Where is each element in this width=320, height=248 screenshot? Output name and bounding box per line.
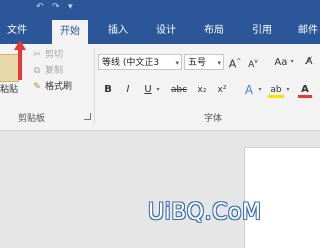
scissors-icon: ✂: [33, 50, 41, 60]
document-area: [0, 131, 320, 248]
quick-access-dropdown-icon[interactable]: ▾: [68, 2, 73, 12]
format-painter-label: 格式刷: [45, 82, 73, 92]
copy-icon: ⧉: [33, 66, 41, 76]
font-size-field[interactable]: 五号 ▾: [184, 54, 224, 70]
clear-formatting-icon[interactable]: A̸: [302, 54, 316, 70]
paintbrush-icon: ✎: [33, 82, 41, 92]
word-window: ↶ ↷ ▾ 文件 开始 插入 设计 布局 引用 邮件 粘贴 ✂ 剪切 ⧉ 复制 ✎ 格…: [0, 0, 320, 248]
title-bar: ↶ ↷ ▾: [0, 0, 320, 18]
font-name-value: 等线 (中文正3: [102, 58, 160, 68]
annotation-arrow-stem: [18, 48, 22, 80]
cut-button[interactable]: ✂ 剪切: [32, 48, 63, 62]
group-divider: [94, 48, 95, 124]
undo-icon[interactable]: ↶: [36, 2, 44, 12]
tab-layout[interactable]: 布局: [196, 18, 232, 44]
text-effects-dropdown-icon[interactable]: ▾: [256, 82, 264, 98]
tab-design[interactable]: 设计: [148, 18, 184, 44]
font-name-field[interactable]: 等线 (中文正3 ▾: [98, 54, 182, 70]
highlight-dropdown-icon[interactable]: ▾: [284, 82, 292, 98]
clipboard-dialog-launcher-icon[interactable]: [84, 113, 91, 120]
superscript-button[interactable]: x²: [214, 82, 230, 98]
italic-button[interactable]: I: [122, 82, 134, 98]
highlight-button[interactable]: ab: [268, 82, 284, 98]
strikethrough-button[interactable]: abc: [168, 82, 190, 98]
font-size-value: 五号: [188, 58, 207, 68]
ribbon-tabs: 文件 开始 插入 设计 布局 引用 邮件: [0, 18, 320, 44]
font-name-dropdown-icon[interactable]: ▾: [175, 55, 179, 71]
bold-button[interactable]: B: [102, 82, 114, 98]
tab-mailings[interactable]: 邮件: [290, 18, 320, 44]
change-case-icon: Aa: [274, 57, 288, 68]
underline-button[interactable]: U: [142, 82, 154, 98]
font-color-button[interactable]: A: [298, 82, 312, 98]
clipboard-group-label: 剪贴板: [18, 114, 46, 124]
font-size-dropdown-icon[interactable]: ▾: [217, 55, 221, 71]
shrink-font-button[interactable]: Av: [246, 54, 260, 70]
tab-insert[interactable]: 插入: [100, 18, 136, 44]
text-effects-button[interactable]: A: [242, 82, 256, 98]
site-watermark: UiBQ.CoM: [148, 200, 262, 225]
copy-label: 复制: [45, 66, 64, 76]
copy-button[interactable]: ⧉ 复制: [32, 64, 63, 78]
grow-font-button[interactable]: A^: [228, 54, 242, 71]
underline-dropdown-icon[interactable]: ▾: [154, 82, 162, 98]
ribbon-home: 粘贴 ✂ 剪切 ⧉ 复制 ✎ 格式刷 剪贴板 等线 (中文正3 ▾ 五号 ▾ A^ Av …: [0, 44, 320, 131]
document-page[interactable]: [244, 147, 320, 248]
subscript-button[interactable]: x₂: [194, 82, 210, 98]
tab-home[interactable]: 开始: [52, 20, 88, 44]
paste-button-label[interactable]: 粘贴: [0, 82, 18, 95]
paste-icon[interactable]: [0, 54, 19, 82]
cut-label: 剪切: [45, 50, 64, 60]
format-painter-button[interactable]: ✎ 格式刷: [32, 80, 72, 94]
tab-references[interactable]: 引用: [244, 18, 280, 44]
font-group-label: 字体: [204, 114, 223, 124]
change-case-button[interactable]: Aa ▾: [272, 54, 296, 70]
redo-icon[interactable]: ↷: [52, 2, 60, 12]
